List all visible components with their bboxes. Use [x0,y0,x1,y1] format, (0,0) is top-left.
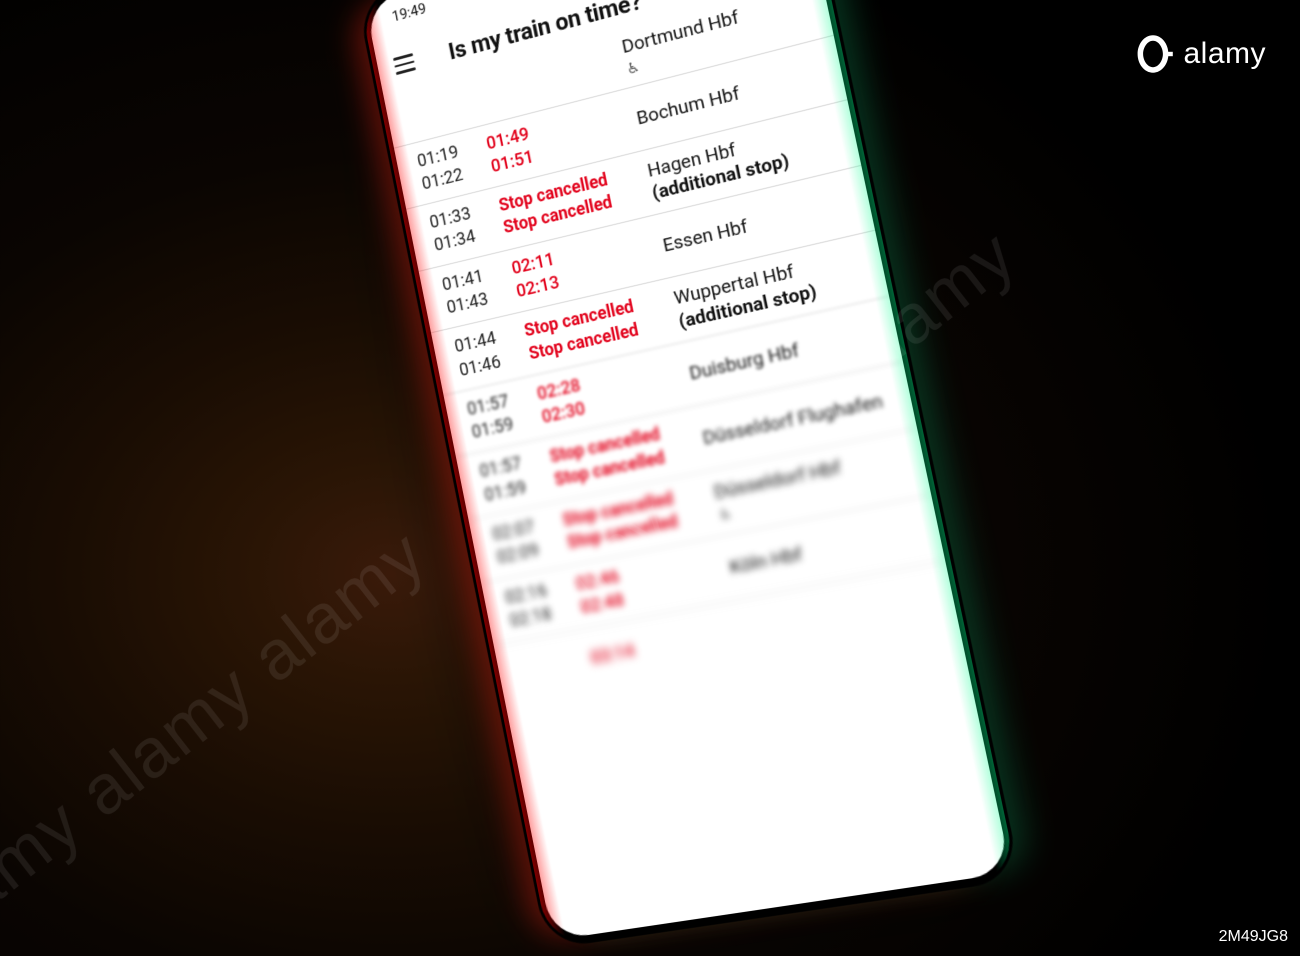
stops-list[interactable]: Dortmund Hbf♿︎01:1901:2201:4901:51Bochum… [384,0,959,705]
watermark-brand-text: alamy [1183,37,1266,71]
station-name: Duisburg Hbf [687,339,801,386]
sched-arrival [520,660,583,672]
station-name: Düsseldorf Hbf [712,455,843,504]
watermark-diagonal: alamy alamy alamy [0,514,441,956]
scheduled-times: 01:5701:59 [478,448,550,508]
menu-icon[interactable] [393,53,416,75]
scheduled-times [516,638,588,693]
scheduled-times: 02:1602:18 [503,575,576,634]
phone-screen: 19:49 87% [365,0,1012,940]
station-name: Wuppertal Hbf [672,259,796,310]
phone-frame: 19:49 87% [356,0,1021,949]
station-info: Düsseldorf Flughafen [698,374,897,462]
scheduled-times: 02:0702:09 [490,511,562,570]
station-name: Bochum Hbf [635,81,742,130]
scheduled-times: 01:4101:43 [440,260,512,321]
watermark-logo: alamy [1131,32,1266,76]
station-info: Wuppertal Hbf(additional stop) [672,243,870,334]
sched-departure [520,660,583,672]
station-info [738,573,938,653]
sched-arrival [408,98,470,114]
station-info: Düsseldorf Hbf♿︎ [711,440,911,527]
scheduled-times: 01:3301:34 [428,197,499,258]
accessibility-icon: ♿︎ [717,504,734,525]
station-info: Hagen Hbf(additional stop) [645,113,841,206]
sched-departure [408,98,470,114]
scheduled-times: 01:5701:59 [465,385,537,445]
accessibility-icon: ♿︎ [625,57,642,78]
scheduled-times: 01:4401:46 [453,322,525,382]
status-time: 19:49 [390,0,427,25]
station-info: Duisburg Hbf [685,309,883,398]
station-name: Essen Hbf [661,215,750,258]
station-note: (additional stop) [676,279,818,333]
image-id: 2M49JG8 [1219,928,1288,946]
scheduled-times: 01:1901:22 [415,135,486,197]
real-arrival: 03:14 [589,620,738,670]
station-info: Essen Hbf [658,178,855,270]
station-name: Düsseldorf Flughafen [701,389,885,450]
station-info: Köln Hbf [725,507,925,592]
station-name: Köln Hbf [727,542,804,579]
